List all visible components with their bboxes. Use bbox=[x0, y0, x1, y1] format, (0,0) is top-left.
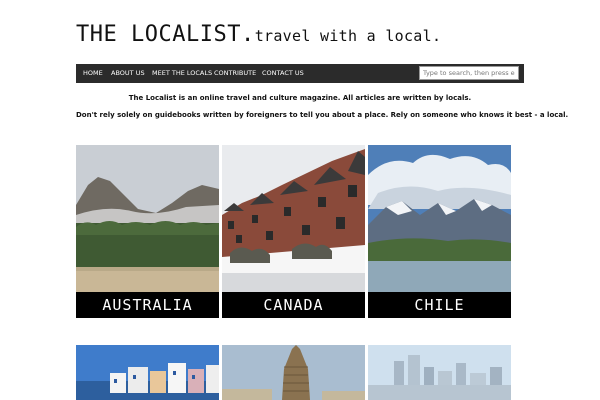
nav-item-home[interactable]: HOME bbox=[83, 64, 103, 83]
site-tagline: travel with a local. bbox=[254, 27, 442, 45]
destination-tile-canada[interactable]: CANADA bbox=[222, 145, 365, 318]
destination-tile-india[interactable] bbox=[222, 345, 365, 400]
canada-photo bbox=[222, 145, 365, 292]
india-photo bbox=[222, 345, 365, 400]
site-brand[interactable]: THE LOCALIST. bbox=[76, 22, 255, 47]
destination-tile-greece[interactable] bbox=[76, 345, 219, 400]
chile-photo bbox=[368, 145, 511, 292]
destination-tile-chile[interactable]: CHILE bbox=[368, 145, 511, 318]
intro-text-line-2: Don't rely solely on guidebooks written … bbox=[76, 111, 569, 119]
greece-photo bbox=[76, 345, 219, 400]
nav-item-about-us[interactable]: ABOUT US bbox=[111, 64, 145, 83]
destination-tile-city[interactable] bbox=[368, 345, 511, 400]
main-navigation: HOME ABOUT US MEET THE LOCALS CONTRIBUTE… bbox=[76, 64, 524, 83]
intro-text-line-1: The Localist is an online travel and cul… bbox=[128, 94, 472, 102]
destination-label-chile[interactable]: CHILE bbox=[368, 292, 511, 318]
search-input[interactable] bbox=[419, 66, 519, 80]
city-photo bbox=[368, 345, 511, 400]
nav-item-contact-us[interactable]: CONTACT US bbox=[262, 64, 304, 83]
nav-item-meet-the-locals[interactable]: MEET THE LOCALS bbox=[152, 64, 212, 83]
australia-photo bbox=[76, 145, 219, 292]
site-title[interactable]: THE LOCALIST.travel with a local. bbox=[76, 22, 441, 47]
destination-label-canada[interactable]: CANADA bbox=[222, 292, 365, 318]
nav-item-contribute[interactable]: CONTRIBUTE bbox=[214, 64, 256, 83]
destination-label-australia[interactable]: AUSTRALIA bbox=[76, 292, 219, 318]
destination-tile-australia[interactable]: AUSTRALIA bbox=[76, 145, 219, 318]
